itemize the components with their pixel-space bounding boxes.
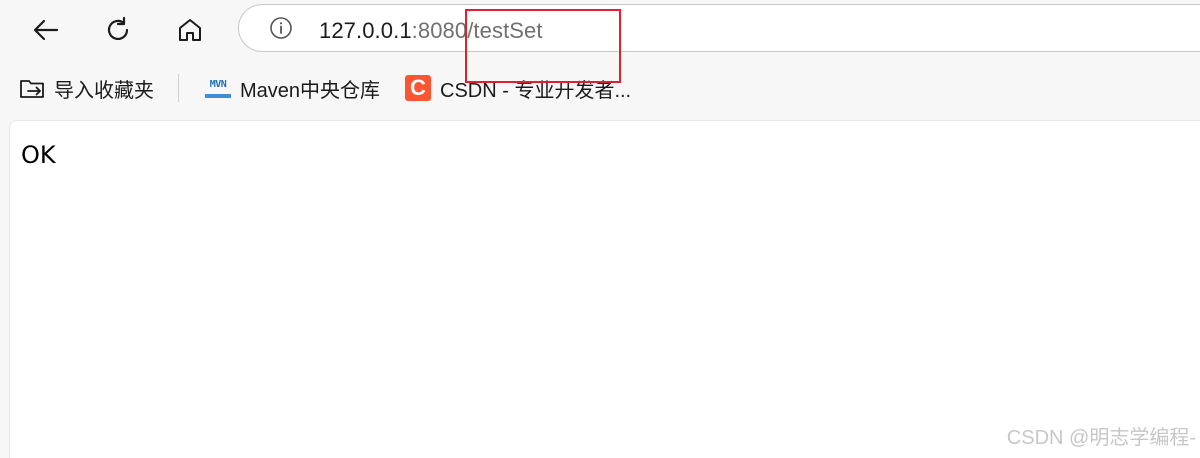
home-button[interactable]: [170, 10, 210, 50]
arrow-left-icon: [31, 15, 61, 45]
refresh-icon: [103, 15, 133, 45]
home-icon: [175, 15, 205, 45]
csdn-icon: C: [404, 74, 432, 102]
bookmark-import-favorites[interactable]: 导入收藏夹: [18, 74, 154, 102]
address-bar[interactable]: 127.0.0.1:8080/testSet: [238, 4, 1200, 52]
bookmark-label: Maven中央仓库: [240, 79, 381, 102]
page-viewport: OK CSDN @明志学编程-: [9, 120, 1200, 458]
maven-icon: MVN: [204, 74, 232, 102]
bookmark-label: 导入收藏夹: [54, 79, 154, 102]
page-body-text: OK: [21, 141, 56, 169]
info-icon[interactable]: [269, 16, 293, 40]
back-button[interactable]: [26, 10, 66, 50]
url-host: 127.0.0.1: [319, 18, 412, 43]
watermark-text: CSDN @明志学编程-: [1006, 427, 1196, 449]
bookmark-maven[interactable]: MVN Maven中央仓库: [204, 74, 380, 102]
refresh-button[interactable]: [98, 10, 138, 50]
annotation-highlight-box: [465, 9, 621, 83]
import-folder-icon: [18, 74, 46, 102]
bookmarks-divider: [178, 74, 179, 102]
